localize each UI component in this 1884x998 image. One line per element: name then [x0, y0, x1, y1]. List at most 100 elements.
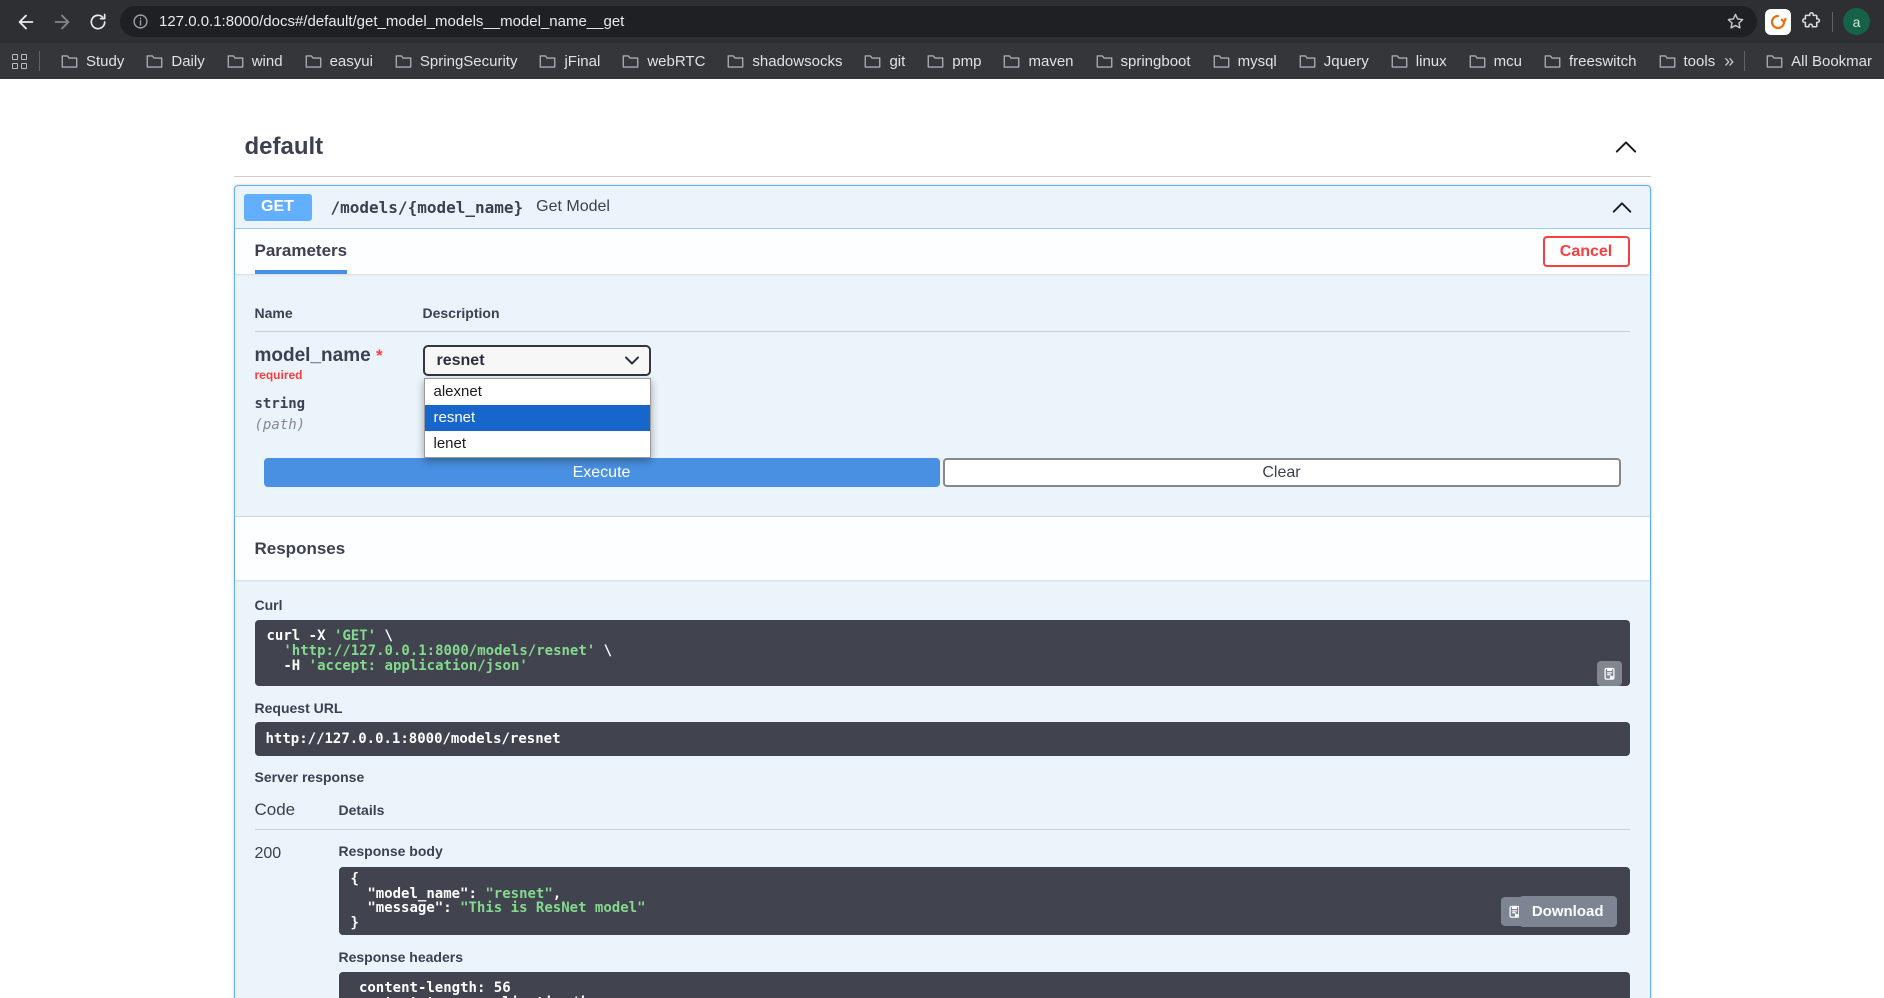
details-column-header: Details [339, 802, 1630, 818]
bookmark-item[interactable]: springboot [1085, 47, 1202, 75]
folder-icon [1544, 54, 1561, 69]
response-headers-block: content-length: 56 content-type: applica… [339, 972, 1630, 998]
tab-parameters[interactable]: Parameters [255, 229, 348, 274]
responses-header: Responses [235, 516, 1650, 580]
bookmark-item[interactable]: freeswitch [1533, 47, 1648, 75]
model-name-dropdown: alexnet resnet lenet [424, 378, 651, 458]
site-info-icon[interactable] [132, 13, 149, 30]
bookmark-item[interactable]: Study [50, 47, 135, 75]
folder-icon [1469, 54, 1486, 69]
column-header-description: Description [423, 305, 1630, 321]
curl-command: curl -X 'GET' \ 'http://127.0.0.1:8000/m… [267, 629, 1618, 674]
reload-icon[interactable] [80, 5, 116, 39]
response-body-json: { "model_name": "resnet", "message": "Th… [351, 872, 1618, 930]
all-bookmarks-item[interactable]: All Bookmar [1755, 47, 1872, 75]
url-text: 127.0.0.1:8000/docs#/default/get_model_m… [159, 13, 1726, 30]
required-star: * [376, 346, 383, 365]
bookmark-item[interactable]: maven [992, 47, 1084, 75]
folder-icon [146, 54, 163, 69]
bookmark-item[interactable]: easyui [294, 47, 384, 75]
bookmark-item[interactable]: webRTC [611, 47, 716, 75]
bookmark-item[interactable]: Daily [135, 47, 215, 75]
bookmark-item[interactable]: tools [1648, 47, 1725, 75]
section-collapse-chevron-icon[interactable] [1615, 140, 1637, 154]
dropdown-option[interactable]: resnet [425, 405, 650, 431]
operation-collapse-chevron-icon[interactable] [1612, 201, 1632, 214]
dropdown-option[interactable]: alexnet [425, 379, 650, 405]
copy-to-clipboard-icon[interactable] [1597, 661, 1622, 686]
bookmark-item[interactable]: pmp [916, 47, 992, 75]
method-badge: GET [244, 194, 312, 221]
folder-icon [1003, 54, 1020, 69]
dropdown-option[interactable]: lenet [425, 431, 650, 457]
model-name-select[interactable]: resnet [423, 345, 651, 376]
bookmark-item[interactable]: jFinal [528, 47, 611, 75]
bookmark-item[interactable]: shadowsocks [716, 47, 853, 75]
back-icon[interactable] [8, 5, 44, 39]
curl-label: Curl [255, 597, 1630, 613]
operation-description: Get Model [536, 198, 610, 216]
parameter-name: model_name * required [255, 345, 423, 389]
parameters-header: Parameters Cancel [235, 229, 1650, 274]
folder-icon [622, 54, 639, 69]
bookmark-star-icon[interactable] [1726, 12, 1745, 31]
url-bar[interactable]: 127.0.0.1:8000/docs#/default/get_model_m… [120, 6, 1757, 37]
request-url-label: Request URL [255, 700, 1630, 716]
bookmark-item[interactable]: Jquery [1288, 47, 1380, 75]
status-code: 200 [255, 843, 339, 998]
bookmark-item[interactable]: linux [1380, 47, 1458, 75]
curl-code-block: curl -X 'GET' \ 'http://127.0.0.1:8000/m… [255, 620, 1630, 686]
browser-toolbar: 127.0.0.1:8000/docs#/default/get_model_m… [0, 0, 1884, 43]
bookmark-list: Study Daily wind easyui SpringSecurity [50, 47, 1724, 75]
cancel-button[interactable]: Cancel [1543, 236, 1630, 267]
parameter-row: model_name * required string (path) resn… [255, 332, 1630, 433]
download-button[interactable]: Download [1519, 896, 1617, 927]
bookmark-item[interactable]: mysql [1202, 47, 1288, 75]
bookmark-item[interactable]: wind [216, 47, 294, 75]
folder-icon [1213, 54, 1230, 69]
folder-icon [864, 54, 881, 69]
folder-icon [927, 54, 944, 69]
code-column-header: Code [255, 800, 339, 820]
folder-icon [727, 54, 744, 69]
required-label: required [255, 368, 303, 382]
folder-icon [1391, 54, 1408, 69]
response-headers-text: content-length: 56 content-type: applica… [351, 981, 1618, 998]
request-url-bar: http://127.0.0.1:8000/models/resnet [255, 722, 1630, 756]
folder-icon [1659, 54, 1676, 69]
forward-icon[interactable] [44, 5, 80, 39]
chevron-down-icon [625, 356, 639, 365]
bookmark-item[interactable]: git [853, 47, 916, 75]
folder-icon [1766, 54, 1783, 69]
response-body-label: Response body [339, 843, 1630, 859]
bookmark-item[interactable]: mcu [1458, 47, 1533, 75]
apps-grid-icon[interactable] [12, 54, 27, 69]
execute-button[interactable]: Execute [264, 458, 940, 487]
folder-icon [539, 54, 556, 69]
response-row: 200 Response body { "model_name": "resne… [255, 843, 1630, 998]
toolbar-separator [1832, 12, 1833, 32]
bookmark-item[interactable]: SpringSecurity [384, 47, 529, 75]
folder-icon [1096, 54, 1113, 69]
section-title: default [245, 133, 324, 161]
server-response-label: Server response [255, 769, 1630, 785]
folder-icon [227, 54, 244, 69]
extensions-puzzle-icon[interactable] [1801, 11, 1822, 32]
clear-button[interactable]: Clear [943, 458, 1621, 487]
operation-path: /models/{model_name} [331, 198, 524, 217]
bookmarks-bar: Study Daily wind easyui SpringSecurity [0, 43, 1884, 79]
bookmarks-overflow-chevron[interactable]: » [1724, 51, 1734, 72]
response-headers-label: Response headers [339, 949, 1630, 965]
section-divider [234, 176, 1651, 177]
folder-icon [61, 54, 78, 69]
operation-summary[interactable]: GET /models/{model_name} Get Model [235, 186, 1650, 229]
opblock-get: GET /models/{model_name} Get Model Param… [234, 185, 1651, 998]
bookmarks-separator [39, 51, 40, 71]
parameter-type: string [255, 396, 423, 412]
profile-avatar[interactable]: a [1843, 8, 1870, 35]
response-body-block: { "model_name": "resnet", "message": "Th… [339, 867, 1630, 935]
code-divider [255, 829, 1630, 830]
swagger-page: default GET /models/{model_name} Get Mod… [0, 79, 1884, 998]
extension-icon[interactable] [1765, 9, 1791, 35]
bookmarks-separator-2 [1744, 51, 1745, 71]
